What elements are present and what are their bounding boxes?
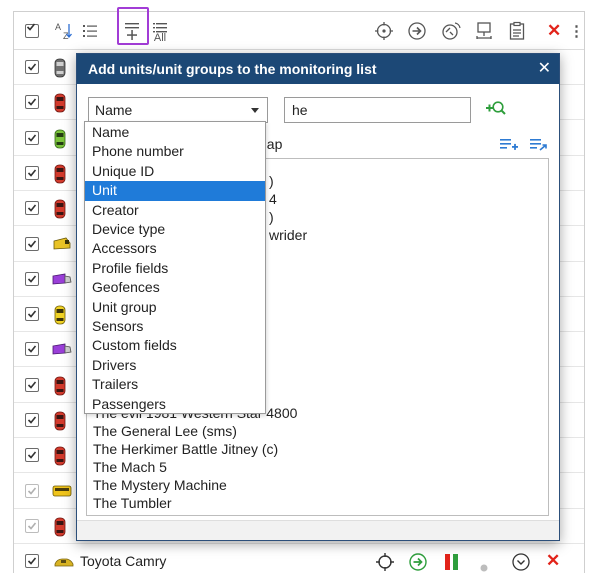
- select-all-checkbox[interactable]: [25, 21, 39, 41]
- list-item[interactable]: wrider: [269, 227, 307, 243]
- unit-icon: [52, 484, 72, 503]
- row-checkbox[interactable]: [25, 95, 39, 110]
- row-checkbox[interactable]: [25, 165, 39, 180]
- add-all-icon[interactable]: All: [151, 19, 169, 45]
- unit-icon: [54, 93, 66, 118]
- add-all-label: All: [153, 31, 167, 44]
- status-dot-icon: [480, 559, 488, 577]
- add-all-list-icon[interactable]: [529, 137, 549, 158]
- add-by-search-icon[interactable]: [485, 99, 507, 124]
- unit-icon: [52, 237, 72, 256]
- dropdown-option[interactable]: Unit group: [85, 298, 265, 317]
- unit-icon: [54, 411, 66, 436]
- checkbox[interactable]: [25, 23, 39, 38]
- unit-icon: [54, 446, 66, 471]
- row-checkbox[interactable]: [25, 307, 39, 322]
- list-item[interactable]: The Mystery Machine: [93, 477, 227, 493]
- list-item[interactable]: ): [269, 173, 274, 189]
- unit-icon: [54, 199, 66, 224]
- navigate-unit-icon[interactable]: [408, 552, 428, 577]
- unit-icon: [54, 164, 66, 189]
- row-checkbox[interactable]: [25, 236, 39, 251]
- row-checkbox[interactable]: [25, 483, 39, 498]
- locate-icon[interactable]: [374, 21, 394, 41]
- dropdown-option[interactable]: Device type: [85, 220, 265, 239]
- row-checkbox[interactable]: [25, 130, 39, 145]
- row-checkbox[interactable]: [25, 60, 39, 74]
- unit-icon: [52, 272, 72, 291]
- dropdown-option[interactable]: Unique ID: [85, 162, 265, 181]
- dropdown-option[interactable]: Accessors: [85, 239, 265, 258]
- row-checkbox[interactable]: [25, 271, 39, 286]
- dropdown-circle-icon[interactable]: [511, 552, 531, 577]
- dropdown-option[interactable]: Unit: [85, 181, 265, 201]
- dropdown-option[interactable]: Creator: [85, 201, 265, 220]
- row-checkbox[interactable]: [25, 413, 39, 427]
- unit-icon: [52, 342, 72, 361]
- unit-name: Toyota Camry: [80, 553, 167, 569]
- dropdown-option[interactable]: Custom fields: [85, 336, 265, 355]
- add-list-icon[interactable]: [499, 137, 519, 158]
- search-criteria-select[interactable]: Name: [88, 97, 268, 123]
- clipboard-icon[interactable]: [508, 21, 526, 41]
- dropdown-option[interactable]: Phone number: [85, 142, 265, 161]
- toolbar: A Z All ✕ ⋮: [14, 7, 584, 50]
- row-checkbox[interactable]: [25, 201, 39, 216]
- sort-az-icon[interactable]: A Z: [54, 21, 74, 41]
- navigate-icon[interactable]: [407, 21, 427, 41]
- dropdown-option[interactable]: Sensors: [85, 317, 265, 336]
- dialog-footer: [77, 520, 559, 540]
- row-checkbox[interactable]: [25, 448, 39, 463]
- network-icon[interactable]: [474, 21, 494, 41]
- delete-row-icon[interactable]: ✕: [546, 551, 560, 571]
- criteria-dropdown-list: Name Phone number Unique ID Unit Creator Devi…: [84, 121, 266, 414]
- list-item[interactable]: 4: [269, 191, 277, 207]
- row-checkbox[interactable]: [25, 518, 39, 533]
- unit-icon: [54, 58, 66, 83]
- unit-icon: [54, 517, 66, 542]
- locate-unit-icon[interactable]: [375, 552, 395, 577]
- dropdown-option[interactable]: Geofences: [85, 278, 265, 297]
- dialog-title: Add units/unit groups to the monitoring …: [77, 54, 559, 84]
- list-item[interactable]: ): [269, 209, 274, 225]
- car-sedan-icon: [54, 555, 74, 573]
- list-icon[interactable]: [81, 21, 99, 41]
- unit-icon: [54, 376, 66, 401]
- dropdown-option[interactable]: Trailers: [85, 375, 265, 394]
- close-icon[interactable]: ✕: [538, 54, 551, 84]
- select-value: Name: [95, 102, 133, 118]
- search-input[interactable]: [284, 97, 471, 123]
- sensor-status-icon: [444, 552, 460, 577]
- table-row[interactable]: Toyota Camry ✕: [14, 544, 584, 579]
- add-selected-icon[interactable]: [122, 21, 142, 41]
- sort-a-letter: A: [55, 22, 61, 32]
- row-checkbox[interactable]: [25, 377, 39, 392]
- more-icon[interactable]: ⋮: [569, 21, 584, 41]
- list-item[interactable]: The Herkimer Battle Jitney (c): [93, 441, 278, 457]
- unit-icon: [54, 305, 66, 330]
- list-item[interactable]: The Tumbler: [93, 495, 172, 511]
- delete-icon[interactable]: ✕: [547, 21, 561, 41]
- dropdown-option[interactable]: Profile fields: [85, 259, 265, 278]
- list-item[interactable]: The General Lee (sms): [93, 423, 237, 439]
- unit-icon: [54, 129, 66, 154]
- watch-icon[interactable]: [440, 21, 462, 41]
- dropdown-option[interactable]: Passengers: [85, 395, 265, 414]
- row-checkbox[interactable]: [25, 554, 39, 568]
- chevron-down-icon: [251, 108, 259, 113]
- list-item[interactable]: The Mach 5: [93, 459, 167, 475]
- dropdown-option[interactable]: Drivers: [85, 356, 265, 375]
- row-checkbox[interactable]: [25, 342, 39, 357]
- dropdown-option[interactable]: Name: [85, 123, 265, 142]
